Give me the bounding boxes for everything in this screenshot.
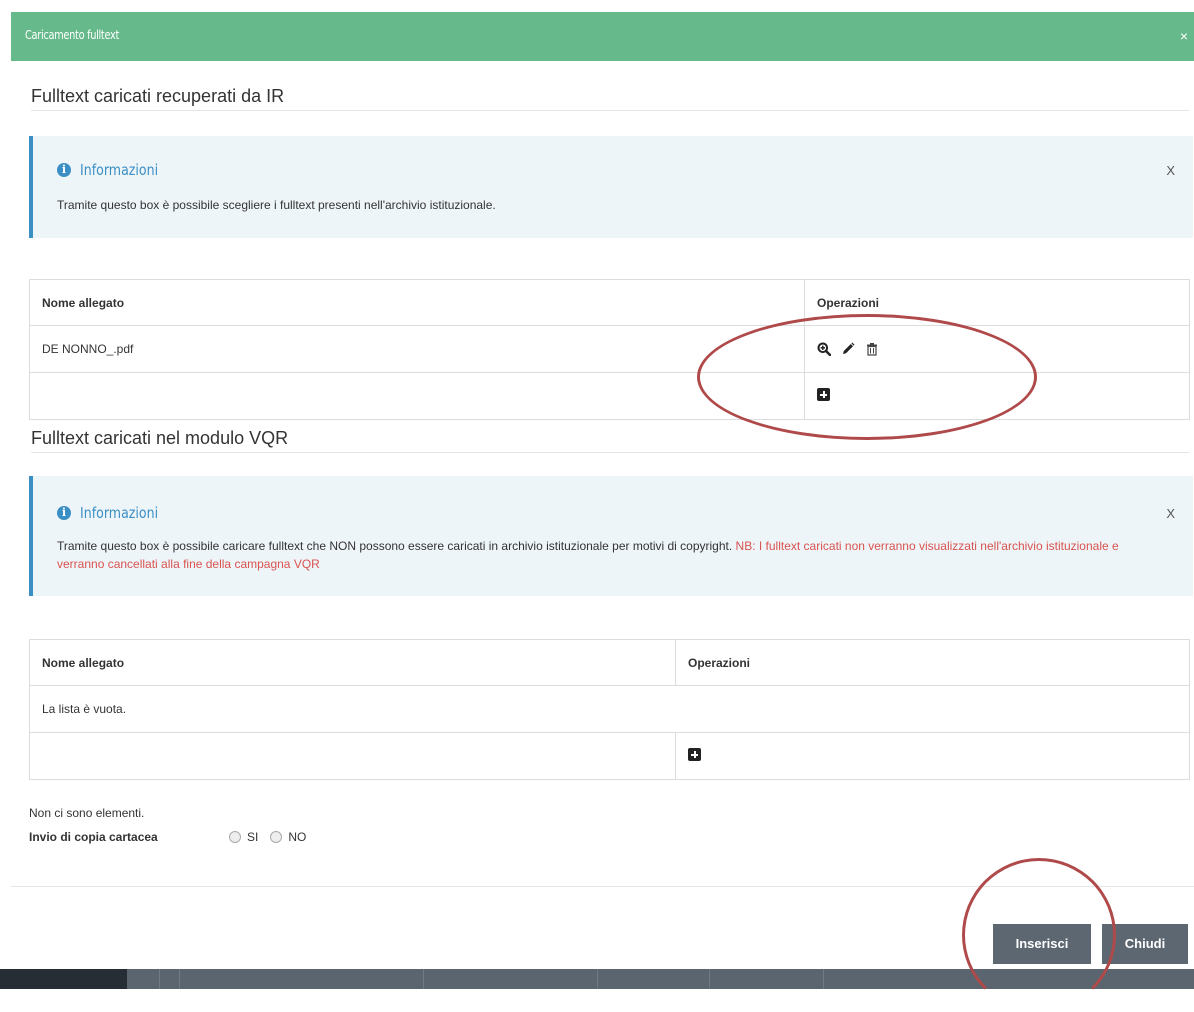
column-header-name: Nome allegato	[29, 639, 676, 686]
empty-cell	[29, 372, 805, 420]
info-dismiss-button[interactable]: X	[1166, 163, 1175, 178]
table-row: DE NONNO_.pdf	[29, 325, 1190, 373]
info-circle-icon: i	[57, 163, 71, 177]
empty-list-text: La lista è vuota.	[29, 685, 1190, 733]
info-heading: Informazioni	[80, 161, 159, 179]
add-attachment-plus-icon[interactable]	[688, 748, 701, 761]
radio-si-label: SI	[247, 830, 259, 844]
info-heading: Informazioni	[80, 504, 159, 522]
section-title-vqr: Fulltext caricati nel modulo VQR	[31, 428, 289, 448]
table-header-row: Nome allegato Operazioni	[29, 279, 1190, 326]
vqr-attachments-table: Nome allegato Operazioni La lista è vuot…	[29, 639, 1190, 780]
operations-cell	[804, 325, 1190, 373]
info-text: Tramite questo box è possibile caricare …	[57, 537, 1153, 573]
taskbar-divider	[597, 969, 598, 989]
modal-footer-divider	[11, 886, 1194, 887]
ir-attachments-table: Nome allegato Operazioni DE NONNO_.pdf	[29, 279, 1190, 420]
info-dismiss-button[interactable]: X	[1166, 506, 1175, 521]
modal-close-button[interactable]: ×	[1180, 28, 1188, 44]
taskbar-divider	[709, 969, 710, 989]
close-button[interactable]: Chiudi	[1102, 924, 1188, 964]
insert-button[interactable]: Inserisci	[993, 924, 1091, 964]
info-circle-icon: i	[57, 506, 71, 520]
info-box-ir: i Informazioni X Tramite questo box è po…	[29, 136, 1193, 238]
modal-title: Caricamento fulltext	[25, 28, 120, 42]
column-header-operations: Operazioni	[804, 279, 1190, 326]
pencil-icon[interactable]	[841, 342, 855, 356]
column-header-name: Nome allegato	[29, 279, 805, 326]
modal-header: Caricamento fulltext ×	[11, 12, 1194, 61]
radio-si[interactable]	[229, 831, 241, 843]
paper-copy-row: Invio di copia cartacea SI NO	[29, 830, 318, 844]
background-taskbar	[0, 969, 1194, 989]
info-text-main: Tramite questo box è possibile caricare …	[57, 539, 736, 553]
add-attachment-plus-icon[interactable]	[817, 388, 830, 401]
fulltext-upload-modal: Caricamento fulltext × Fulltext caricati…	[11, 12, 1194, 969]
radio-no[interactable]	[270, 831, 283, 843]
section-title-ir: Fulltext caricati recuperati da IR	[31, 86, 285, 106]
attachment-name: DE NONNO_.pdf	[29, 325, 805, 373]
taskbar-divider	[823, 969, 824, 989]
section-divider	[31, 452, 1189, 453]
zoom-in-icon[interactable]	[817, 342, 832, 357]
taskbar-divider	[423, 969, 424, 989]
table-row: La lista è vuota.	[29, 685, 1190, 733]
radio-no-label: NO	[288, 830, 307, 844]
column-header-operations: Operazioni	[675, 639, 1190, 686]
info-box-vqr: i Informazioni X Tramite questo box è po…	[29, 476, 1193, 596]
taskbar-dark-segment	[0, 969, 127, 989]
empty-cell	[29, 732, 676, 780]
taskbar-divider	[159, 969, 160, 989]
add-cell	[804, 372, 1190, 420]
page-backdrop	[0, 0, 1194, 12]
info-text: Tramite questo box è possibile scegliere…	[57, 198, 496, 212]
trash-icon[interactable]	[865, 342, 879, 356]
no-elements-text: Non ci sono elementi.	[29, 806, 145, 820]
add-cell	[675, 732, 1190, 780]
table-add-row	[29, 732, 1190, 780]
table-add-row	[29, 372, 1190, 420]
paper-copy-label: Invio di copia cartacea	[29, 830, 158, 844]
table-header-row: Nome allegato Operazioni	[29, 639, 1190, 686]
section-divider	[31, 110, 1189, 111]
taskbar-divider	[179, 969, 180, 989]
